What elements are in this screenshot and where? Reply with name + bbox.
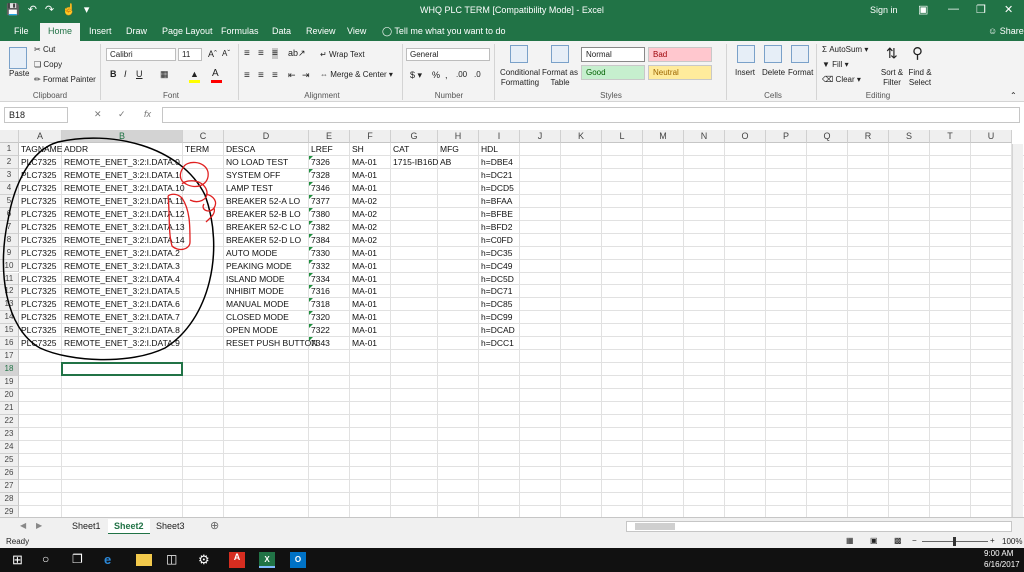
prev-sheet-icon[interactable]: ◀ [20,521,26,530]
normal-view-icon[interactable]: ▦ [846,536,854,545]
task-view-icon[interactable]: ❐ [72,552,88,568]
zoom-out-icon[interactable]: − [912,536,917,545]
annotation-layer [2,137,217,361]
sheet-tab-sheet3[interactable]: Sheet3 [150,519,191,533]
windows-start-icon[interactable]: ⊞ [12,552,28,568]
file-explorer-icon[interactable] [136,554,152,566]
cortana-icon[interactable]: ○ [42,552,58,568]
edge-icon[interactable]: e [104,552,120,568]
new-sheet-icon[interactable]: ⊕ [210,519,219,532]
outlook-icon[interactable]: O [290,552,306,568]
excel-taskbar-icon[interactable]: X [259,552,275,568]
sheet-tab-sheet1[interactable]: Sheet1 [66,519,107,533]
red-circle-term-1 [179,161,209,188]
store-icon[interactable]: ◫ [166,552,182,568]
acrobat-icon[interactable]: A [229,552,245,568]
status-ready: Ready [6,537,30,546]
scrollbar-thumb[interactable] [635,523,675,530]
sheet-tab-bar: ◀ ▶ Sheet1 Sheet2 Sheet3 ⊕ [0,517,1024,535]
windows-taskbar: ⊞ ○ ❐ e ◫ ⚙ A X O 9:00 AM 6/16/2017 [0,548,1024,572]
status-bar: Ready ▦ ▣ ▩ − + 100% [0,534,1024,548]
clock-time[interactable]: 9:00 AM [984,549,1013,558]
zoom-level[interactable]: 100% [1002,537,1022,546]
settings-gear-icon[interactable]: ⚙ [198,552,214,568]
sheet-tab-sheet2[interactable]: Sheet2 [108,519,150,535]
page-layout-view-icon[interactable]: ▣ [870,536,878,545]
next-sheet-icon[interactable]: ▶ [36,521,42,530]
zoom-slider-thumb[interactable] [953,537,956,546]
clock-date[interactable]: 6/16/2017 [984,560,1020,569]
page-break-view-icon[interactable]: ▩ [894,536,902,545]
horizontal-scrollbar[interactable] [626,521,1012,532]
zoom-in-icon[interactable]: + [990,536,995,545]
red-bracket-annotation [167,193,191,251]
